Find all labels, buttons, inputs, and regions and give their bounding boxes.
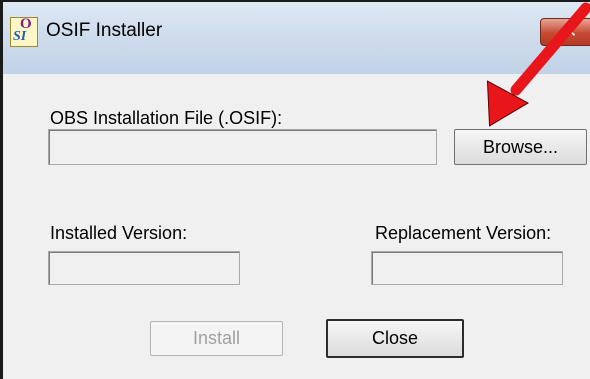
annotation-arrow-icon [486,2,590,127]
red-arrow-icon [486,2,590,127]
